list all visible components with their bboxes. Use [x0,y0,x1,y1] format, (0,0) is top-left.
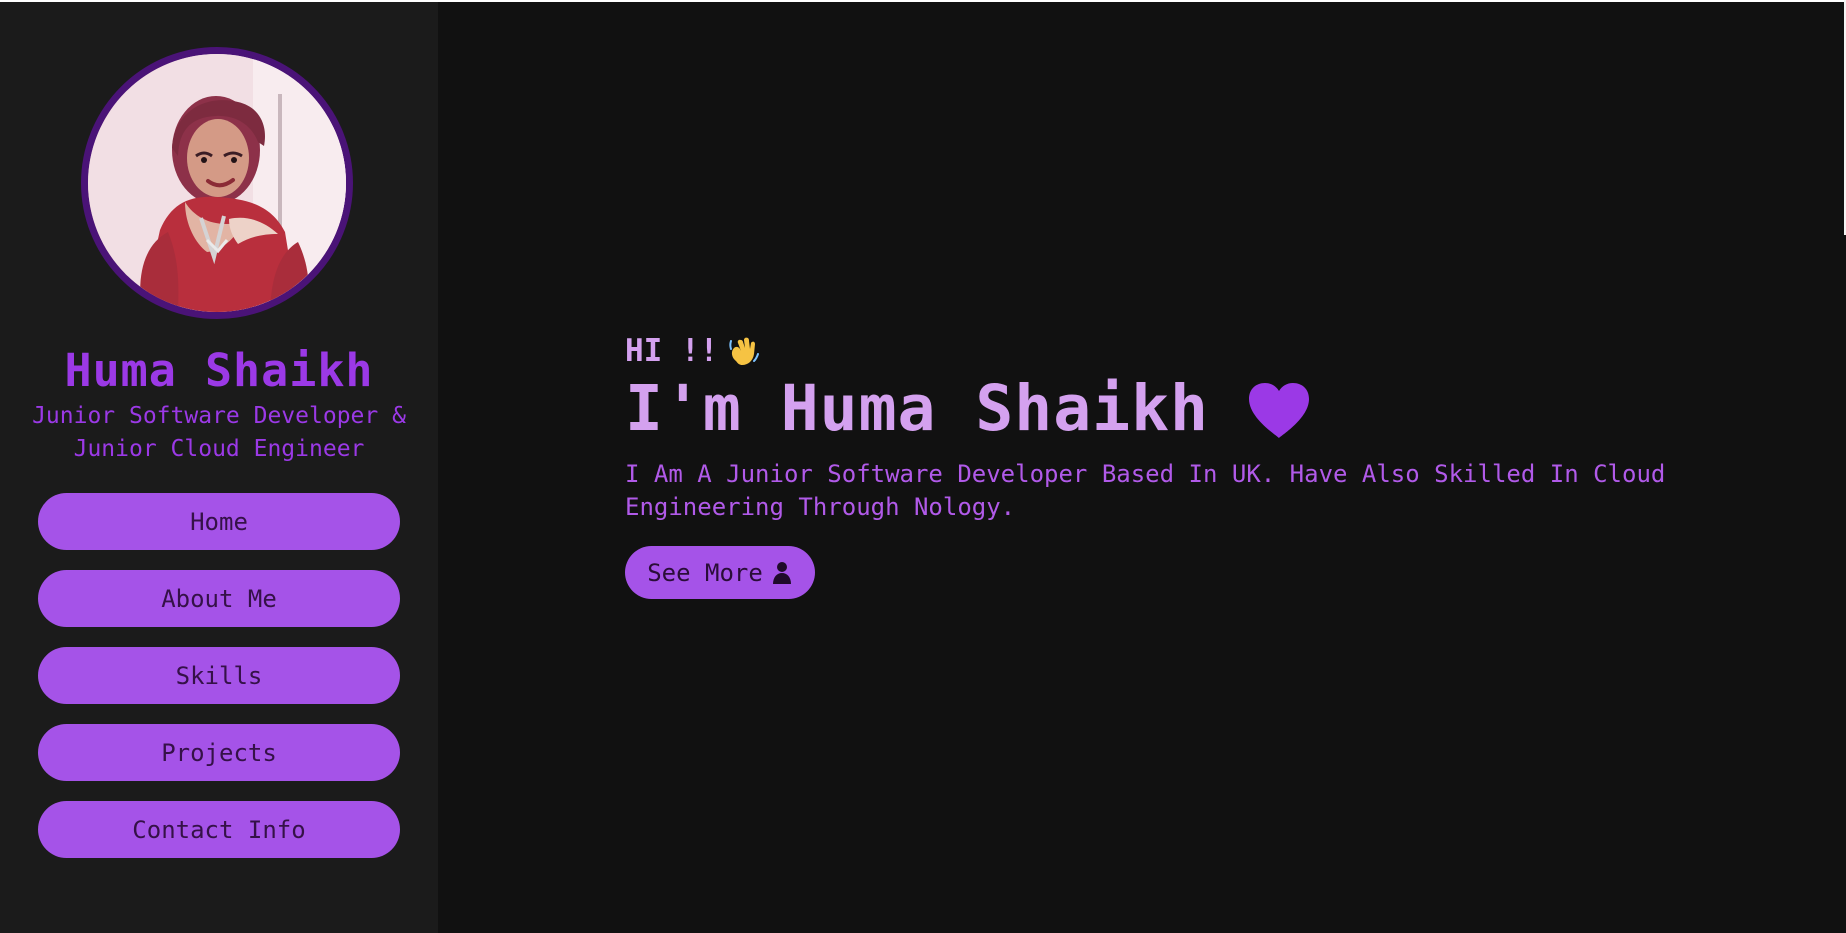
hero-greeting-text: HI !! [625,333,719,369]
see-more-label: See More [647,558,763,587]
waving-hand-icon [724,333,760,369]
hero-title: I'm Huma Shaikh [625,372,1209,445]
nav-projects-button[interactable]: Projects [38,724,400,781]
sidebar: Huma Shaikh Junior Software Developer & … [0,2,438,933]
profile-role: Junior Software Developer & Junior Cloud… [32,403,406,462]
hero-greeting-row: HI !! [625,333,1725,369]
person-icon [771,561,793,585]
hero-description: I Am A Junior Software Developer Based I… [625,460,1666,521]
heart-icon [1245,380,1313,442]
profile-avatar [81,47,353,319]
portfolio-page: Huma Shaikh Junior Software Developer & … [0,0,1846,933]
nav-contact-info-button[interactable]: Contact Info [38,801,400,858]
nav-about-me-button[interactable]: About Me [38,570,400,627]
nav-skills-button[interactable]: Skills [38,647,400,704]
see-more-button[interactable]: See More [625,546,815,599]
hero-section: HI !! I'm Huma Shaikh I Am A Junior Soft… [625,333,1725,633]
hero-title-row: I'm Huma Shaikh [625,374,1725,444]
nav-home-button[interactable]: Home [38,493,400,550]
profile-name: Huma Shaikh [64,344,374,397]
